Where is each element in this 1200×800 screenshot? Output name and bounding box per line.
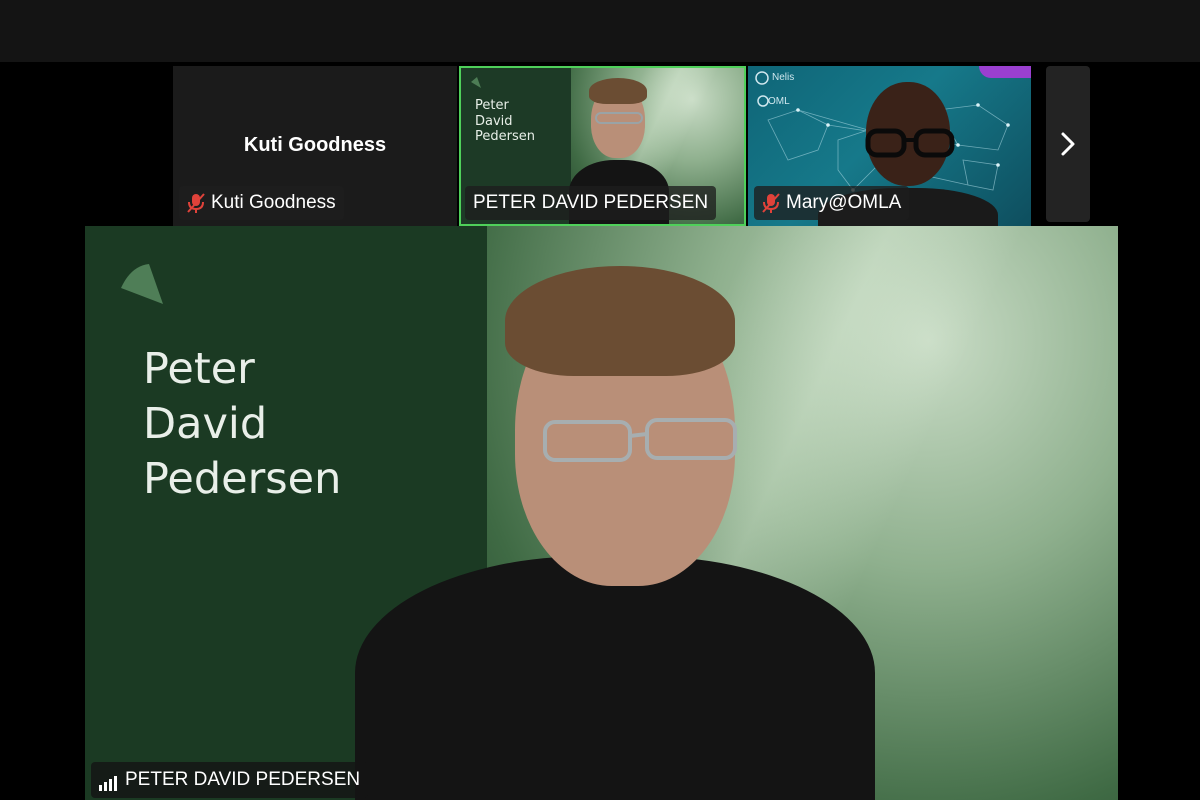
slide-name-line: Peter	[475, 98, 509, 113]
nelis-logo-text: Nelis	[772, 72, 795, 83]
participant-name-tag: PETER DAVID PEDERSEN	[465, 186, 717, 220]
nelis-logo-icon	[755, 71, 769, 85]
participant-tile-kuti-goodness[interactable]: Kuti Goodness Kuti Goodness	[173, 66, 457, 226]
person-glasses	[865, 128, 955, 158]
person-glasses	[543, 418, 737, 462]
speaker-name-label: PETER DAVID PEDERSEN	[125, 769, 361, 790]
chevron-right-icon	[1061, 132, 1075, 156]
mic-muted-icon	[762, 192, 780, 214]
slide-name-line: Pedersen	[475, 129, 535, 145]
person-glasses	[595, 112, 643, 124]
participant-name-tag: Kuti Goodness	[179, 186, 344, 220]
participant-display-name: Kuti Goodness	[243, 134, 387, 156]
speaker-figure	[355, 266, 875, 800]
slide-name-text: Peter David Pedersen	[475, 98, 535, 145]
participant-name-label: PETER DAVID PEDERSEN	[473, 192, 709, 213]
person-hair	[589, 78, 647, 104]
participant-tile-mary-omla[interactable]: Nelis OML Mary@OMLA	[748, 66, 1031, 226]
gallery-next-button[interactable]	[1046, 66, 1090, 222]
participant-name-label: Mary@OMLA	[786, 192, 902, 213]
signal-bars-icon	[99, 769, 119, 791]
slide-name-line: Pedersen	[143, 454, 342, 504]
active-speaker-video[interactable]: Peter David Pedersen PETER DAVID PEDERSE…	[85, 226, 1118, 800]
participant-name-tag: Mary@OMLA	[754, 186, 910, 220]
slide-name-text: Peter David Pedersen	[143, 342, 341, 507]
corner-accent	[979, 66, 1031, 78]
meeting-top-bar	[0, 0, 1200, 62]
leaf-logo-icon	[121, 264, 163, 304]
slide-name-line: David	[143, 399, 268, 449]
slide-name-line: Peter	[143, 344, 255, 394]
participant-gallery-strip: Kuti Goodness Kuti Goodness Peter David …	[0, 66, 1200, 226]
speaker-name-tag: PETER DAVID PEDERSEN	[91, 762, 369, 798]
person-shirt	[355, 556, 875, 800]
participant-tile-peter-david-pedersen[interactable]: Peter David Pedersen PETER DAVID PEDERSE…	[459, 66, 746, 226]
mic-muted-icon	[187, 192, 205, 214]
slide-name-line: David	[475, 113, 513, 129]
person-hair	[505, 266, 735, 376]
leaf-logo-icon	[471, 77, 481, 88]
participant-name-label: Kuti Goodness	[211, 192, 336, 213]
oml-logo-text: OML	[768, 96, 790, 107]
